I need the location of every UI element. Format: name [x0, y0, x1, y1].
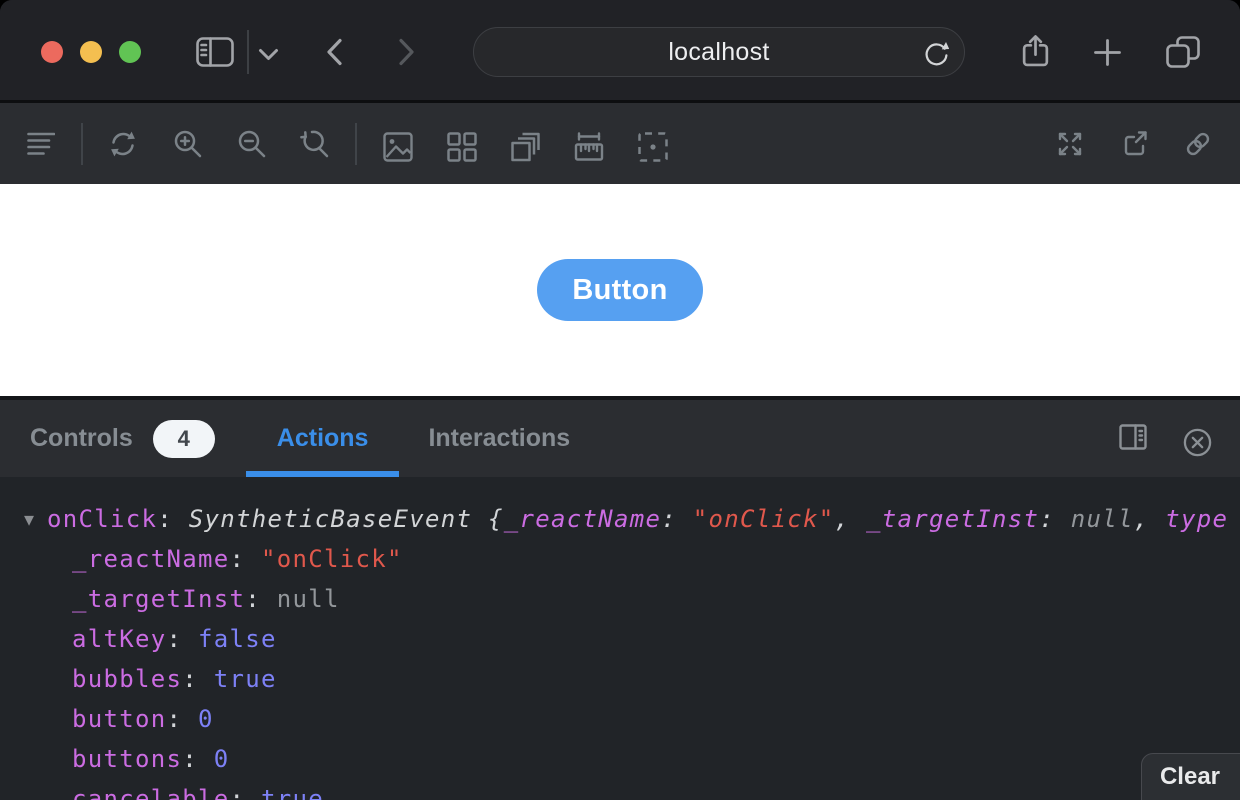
- log-segment: SyntheticBaseEvent: [189, 505, 488, 533]
- log-segment: :: [182, 745, 214, 773]
- log-segment: cancelable: [72, 785, 230, 800]
- log-segment: ,: [1134, 505, 1166, 533]
- maximize-window-button[interactable]: [119, 41, 141, 63]
- log-segment: false: [198, 625, 277, 653]
- log-segment: :: [1039, 505, 1071, 533]
- log-line: bubbles: true: [0, 659, 1240, 699]
- minimize-window-button[interactable]: [80, 41, 102, 63]
- log-segment: ,: [835, 505, 867, 533]
- log-segment: :: [230, 785, 262, 800]
- log-segment: altKey: [72, 625, 167, 653]
- outline-icon[interactable]: [638, 132, 668, 162]
- log-segment: 0: [198, 705, 214, 733]
- log-segment: :: [157, 505, 189, 533]
- story-button[interactable]: Button: [537, 259, 703, 321]
- tab-controls[interactable]: Controls 4: [30, 400, 215, 477]
- log-segment: :: [661, 505, 693, 533]
- chevron-down-icon[interactable]: [258, 48, 279, 61]
- controls-count-badge: 4: [153, 420, 215, 458]
- tab-actions-label: Actions: [277, 424, 369, 453]
- log-line: _targetInst: null: [0, 579, 1240, 619]
- log-segment: onClick: [47, 505, 157, 533]
- copy-link-icon[interactable]: [1184, 130, 1212, 158]
- log-segment: null: [1071, 505, 1134, 533]
- storybook-toolbar: [0, 103, 1240, 184]
- zoom-in-icon[interactable]: [173, 129, 203, 159]
- browser-window: localhost: [0, 0, 1240, 800]
- divider: [355, 123, 357, 165]
- log-segment: "onClick": [261, 545, 403, 573]
- log-line[interactable]: ▾ onClick: SyntheticBaseEvent {_reactName…: [0, 499, 1240, 539]
- log-line: _reactName: "onClick": [0, 539, 1240, 579]
- log-segment: _targetInst: [866, 505, 1039, 533]
- log-segment: button: [72, 705, 167, 733]
- share-icon[interactable]: [1020, 34, 1051, 67]
- tab-actions[interactable]: Actions: [246, 400, 400, 477]
- log-line: button: 0: [0, 699, 1240, 739]
- viewport-icon[interactable]: [510, 132, 540, 162]
- story-canvas: Button: [0, 184, 1240, 396]
- browser-toolbar: localhost: [0, 0, 1240, 100]
- log-segment: :: [182, 665, 214, 693]
- expander-arrow-icon[interactable]: ▾: [24, 499, 35, 539]
- zoom-out-icon[interactable]: [237, 129, 267, 159]
- log-line: cancelable: true: [0, 779, 1240, 800]
- back-icon[interactable]: [326, 38, 343, 66]
- url-text: localhost: [668, 38, 769, 67]
- tab-interactions[interactable]: Interactions: [428, 400, 570, 477]
- measure-icon[interactable]: [574, 132, 604, 162]
- actions-log: ▾onClick: SyntheticBaseEvent {_reactName…: [0, 477, 1240, 800]
- log-line: altKey: false: [0, 619, 1240, 659]
- fullscreen-icon[interactable]: [1056, 130, 1084, 158]
- log-segment: _targetInst: [72, 585, 245, 613]
- tab-controls-label: Controls: [30, 424, 133, 453]
- grid-icon[interactable]: [447, 132, 477, 162]
- log-segment: {: [488, 505, 504, 533]
- log-segment: :: [167, 705, 199, 733]
- log-segment: :: [167, 625, 199, 653]
- close-window-button[interactable]: [41, 41, 63, 63]
- log-segment: _reactName: [504, 505, 662, 533]
- new-tab-icon[interactable]: [1094, 39, 1121, 66]
- forward-icon[interactable]: [398, 38, 415, 66]
- log-segment: "onClick": [693, 505, 835, 533]
- close-panel-icon[interactable]: [1183, 428, 1212, 457]
- open-new-tab-icon[interactable]: [1120, 130, 1148, 158]
- addon-tabbar: Controls 4 Actions Interactions: [0, 400, 1240, 477]
- divider: [81, 123, 83, 165]
- tab-overview-icon[interactable]: [1165, 35, 1201, 69]
- log-segment: true: [214, 665, 277, 693]
- log-segment: null: [277, 585, 340, 613]
- log-segment: :: [245, 585, 277, 613]
- window-controls: [41, 41, 141, 63]
- log-segment: buttons: [72, 745, 182, 773]
- reload-icon[interactable]: [922, 39, 949, 67]
- log-segment: :: [230, 545, 262, 573]
- log-segment: type: [1165, 505, 1228, 533]
- log-segment: _reactName: [72, 545, 230, 573]
- remount-icon[interactable]: [108, 129, 138, 159]
- backgrounds-icon[interactable]: [383, 132, 413, 162]
- log-segment: bubbles: [72, 665, 182, 693]
- log-lines: ▾onClick: SyntheticBaseEvent {_reactName…: [0, 499, 1240, 800]
- sidebar-toggle-icon[interactable]: [196, 37, 234, 67]
- address-bar[interactable]: localhost: [473, 27, 965, 77]
- log-segment: 0: [214, 745, 230, 773]
- zoom-reset-icon[interactable]: [300, 129, 330, 159]
- log-line: buttons: 0: [0, 739, 1240, 779]
- menu-icon[interactable]: [27, 132, 55, 156]
- tab-interactions-label: Interactions: [428, 424, 570, 453]
- log-segment: true: [261, 785, 324, 800]
- panel-position-icon[interactable]: [1119, 424, 1147, 450]
- divider: [247, 30, 249, 74]
- clear-actions-button[interactable]: Clear: [1141, 753, 1240, 800]
